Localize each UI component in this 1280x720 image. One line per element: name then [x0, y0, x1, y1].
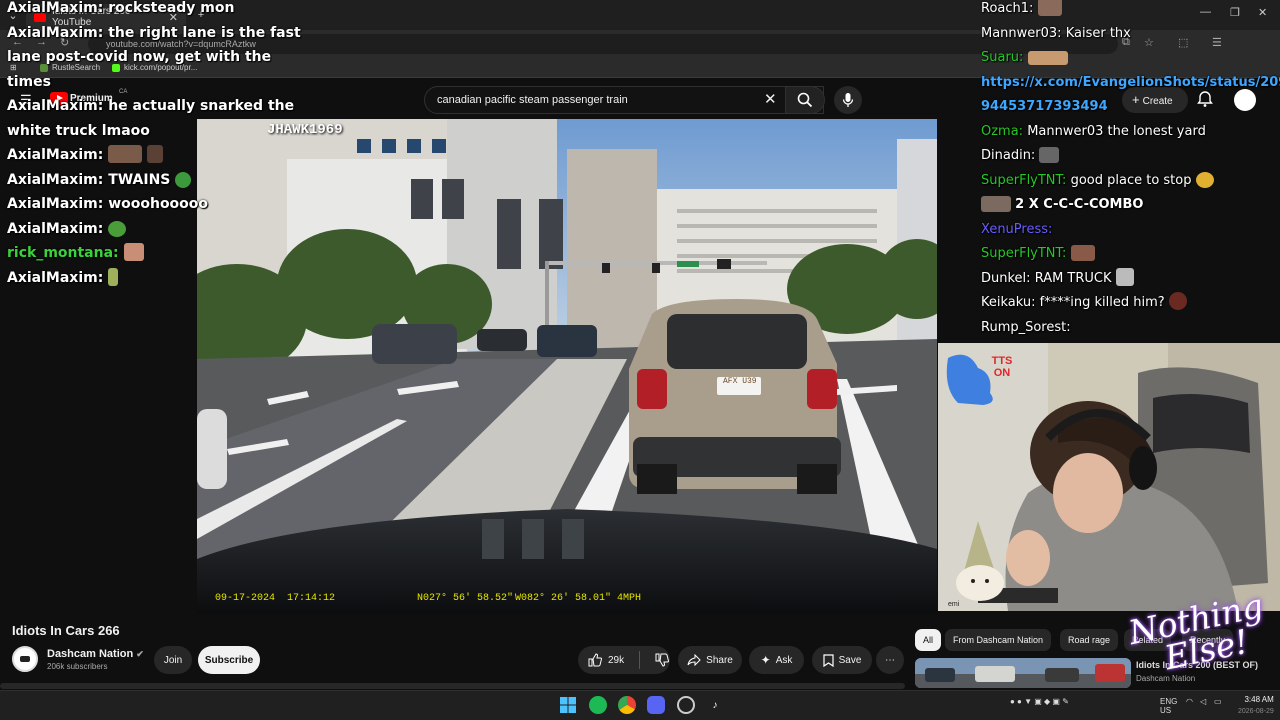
video-time: 17:14:12: [287, 593, 336, 604]
screen: ⌄ Idiots In Cars 266 - YouTube ✕ + — ❐ ✕…: [0, 0, 1280, 720]
windows-taskbar: [0, 690, 1280, 720]
video-date: 09-17-2024: [215, 593, 276, 604]
video-title: Idiots In Cars 266: [12, 623, 120, 638]
chat-message: XenuPress:: [981, 221, 1053, 237]
emote-icon: [1168, 292, 1187, 310]
subscribe-button[interactable]: Subscribe: [198, 646, 260, 674]
emote-icon: [108, 267, 119, 286]
emote-icon: [1039, 147, 1060, 163]
related-thumbnail-scene: [915, 658, 1131, 688]
pepe-emote-icon: [175, 171, 192, 188]
horizontal-scrollbar[interactable]: [0, 683, 905, 689]
license-plate: AFX U39: [723, 377, 757, 386]
emote-icon: [1027, 51, 1068, 65]
chip-road-rage[interactable]: Road rage: [1060, 629, 1119, 651]
share-button[interactable]: Share: [678, 646, 742, 674]
chat-message: Dinadin:: [981, 144, 1280, 169]
video-longitude: W082° 26' 58.01": [515, 593, 612, 604]
video-speed: 4MPH: [617, 593, 642, 604]
related-video-thumbnail[interactable]: [915, 658, 1131, 688]
bookmark-icon: [822, 653, 834, 667]
chat-message: Roach1:: [981, 0, 1280, 22]
chat-message: 2 X C-C-C-COMBO: [981, 193, 1280, 218]
emote-icon: [1115, 267, 1134, 286]
chat-message: Mannwer03: Kaiser thx: [981, 25, 1131, 41]
sparkle-icon: ✦: [760, 653, 771, 667]
tts-on-badge: TTS ON: [991, 355, 1013, 379]
chrome-icon[interactable]: [618, 696, 636, 714]
discord-icon[interactable]: [647, 696, 665, 714]
chat-overlay-left: AxialMaxim: rocksteady mon AxialMaxim: t…: [7, 0, 317, 290]
voice-search-button[interactable]: [834, 86, 862, 114]
chat-message: AxialMaxim:: [7, 143, 317, 168]
system-clock[interactable]: 3:48 AM 2026-08-29: [1238, 694, 1274, 717]
emote-icon: [1070, 245, 1095, 261]
tray-icons[interactable]: ● ● ▼ ▣ ◆ ▣ ✎: [1010, 697, 1069, 706]
search-icon: [797, 92, 813, 108]
spotify-icon[interactable]: [589, 696, 607, 714]
thumbs-up-icon: [588, 653, 602, 667]
chat-message: AxialMaxim:: [7, 217, 317, 242]
chat-link[interactable]: 94453717393494: [981, 95, 1280, 120]
chat-message: rick_montana:: [7, 241, 317, 266]
like-button[interactable]: 29k: [588, 653, 624, 667]
chat-message: AxialMaxim: TWAINS: [7, 168, 317, 193]
volume-icon[interactable]: ◁: [1200, 697, 1206, 706]
pepe-emote-icon: [108, 220, 127, 237]
more-actions-button[interactable]: ⋯: [876, 646, 904, 674]
chat-message: AxialMaxim:: [7, 266, 317, 291]
chat-message: SuperFlyTNT:: [981, 242, 1280, 267]
microphone-icon: [842, 93, 854, 107]
emote-icon: [147, 145, 164, 163]
channel-avatar[interactable]: [12, 646, 38, 672]
chat-message: SuperFlyTNT: good place to stop: [981, 169, 1280, 194]
chat-message: Rump_Sorest:: [981, 319, 1071, 335]
like-divider: [639, 651, 641, 669]
chat-message: Keikaku: f****ing killed him?: [981, 291, 1280, 316]
like-dislike-group: 29k: [578, 646, 670, 674]
chat-message: Ozma: Mannwer03 the lonest yard: [981, 123, 1206, 139]
tiktok-icon[interactable]: ♪: [706, 696, 724, 714]
wifi-icon[interactable]: ◠: [1186, 697, 1193, 706]
thumbs-down-icon[interactable]: [655, 653, 670, 667]
video-latitude: N027° 56' 58.52": [417, 593, 514, 604]
chat-message: Suaru:: [981, 46, 1280, 71]
chat-message: Dunkel: RAM TRUCK: [981, 267, 1280, 292]
webcam-feed: TTS ON emi: [938, 343, 1280, 611]
chat-message: AxialMaxim: wooohooooo: [7, 196, 209, 212]
language-indicator[interactable]: ENG US: [1160, 697, 1177, 715]
join-button[interactable]: Join: [154, 646, 192, 674]
chip-all[interactable]: All: [915, 629, 942, 651]
windows-start-icon[interactable]: [559, 696, 577, 714]
search-button[interactable]: [785, 86, 825, 114]
emote-icon: [108, 145, 143, 163]
emote-icon: [981, 196, 1011, 212]
chat-overlay-right: Roach1: Mannwer03: Kaiser thx Suaru: htt…: [981, 0, 1280, 340]
windows-logo-icon: [560, 697, 576, 713]
emote-icon: [1037, 0, 1062, 16]
sticker-label: emi: [948, 601, 960, 608]
verified-check-icon: ✔: [136, 649, 144, 659]
channel-name[interactable]: Dashcam Nation ✔: [47, 648, 144, 660]
chat-link[interactable]: https://x.com/EvangelionShots/status/209…: [981, 71, 1280, 96]
clear-search-icon[interactable]: ✕: [764, 90, 777, 108]
webcam-scene: [938, 343, 1280, 611]
emote-icon: [123, 243, 144, 261]
subscriber-count: 206k subscribers: [47, 662, 108, 671]
chat-message: AxialMaxim: the right lane is the fast l…: [7, 24, 301, 90]
chat-message: AxialMaxim: rocksteady mon: [7, 0, 235, 16]
ask-button[interactable]: ✦ Ask: [749, 646, 804, 674]
emote-icon: [1195, 171, 1214, 188]
battery-icon[interactable]: ▭: [1214, 697, 1222, 706]
obs-icon[interactable]: [677, 696, 695, 714]
save-button[interactable]: Save: [812, 646, 872, 674]
share-arrow-icon: [687, 654, 701, 666]
chip-from-channel[interactable]: From Dashcam Nation: [945, 629, 1052, 651]
chat-message: AxialMaxim: he actually snarked the whit…: [7, 98, 295, 139]
search-query: canadian pacific steam passenger train: [437, 94, 628, 106]
